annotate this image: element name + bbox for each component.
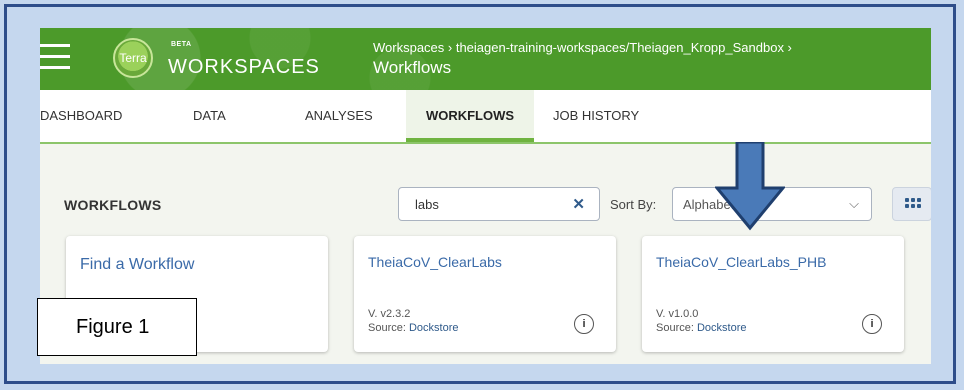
tab-job-history[interactable]: JOB HISTORY [553,90,663,142]
grid-view-icon [905,198,921,210]
workflow-name[interactable]: TheiaCoV_ClearLabs_PHB [656,254,826,270]
workflow-card[interactable]: TheiaCoV_ClearLabs_PHB V. v1.0.0 Source:… [642,236,904,352]
chevron-down-icon: ⌵ [849,196,859,211]
source-link[interactable]: Dockstore [697,322,747,334]
workflow-source: Source: Dockstore [656,322,747,334]
down-arrow-icon [715,142,785,231]
app-title[interactable]: WORKSPACES [168,56,320,79]
tab-analyses[interactable]: ANALYSES [305,90,395,142]
workspace-tabs: DASHBOARD DATA ANALYSES WORKFLOWS JOB HI… [40,90,931,144]
workflow-version: V. v1.0.0 [656,308,699,320]
page-title: Workflows [373,58,452,77]
find-workflow-label: Find a Workflow [80,256,195,273]
source-link[interactable]: Dockstore [409,322,459,334]
grid-view-button[interactable] [892,187,931,221]
breadcrumb[interactable]: Workspaces › theiagen-training-workspace… [373,40,792,55]
top-header: Terra BETA WORKSPACES Workspaces › theia… [40,28,931,90]
beta-badge: BETA [171,41,192,48]
workflow-card[interactable]: TheiaCoV_ClearLabs V. v2.3.2 Source: Doc… [354,236,616,352]
source-label: Source: [656,322,697,334]
search-input[interactable] [413,196,567,213]
search-box[interactable]: ✕ [398,187,600,221]
tab-dashboard[interactable]: DASHBOARD [40,90,130,142]
figure-label: Figure 1 [37,298,197,356]
workflow-name[interactable]: TheiaCoV_ClearLabs [368,254,502,270]
tab-workflows[interactable]: WORKFLOWS [406,90,534,142]
workflow-version: V. v2.3.2 [368,308,411,320]
info-icon[interactable]: i [862,314,882,334]
hamburger-menu-icon[interactable] [40,44,70,70]
section-title: WORKFLOWS [64,197,162,213]
info-icon[interactable]: i [574,314,594,334]
source-label: Source: [368,322,409,334]
tab-data[interactable]: DATA [193,90,253,142]
close-icon[interactable]: ✕ [572,195,585,213]
sort-label: Sort By: [610,197,657,212]
terra-logo[interactable]: Terra [113,38,153,78]
workflow-source: Source: Dockstore [368,322,459,334]
